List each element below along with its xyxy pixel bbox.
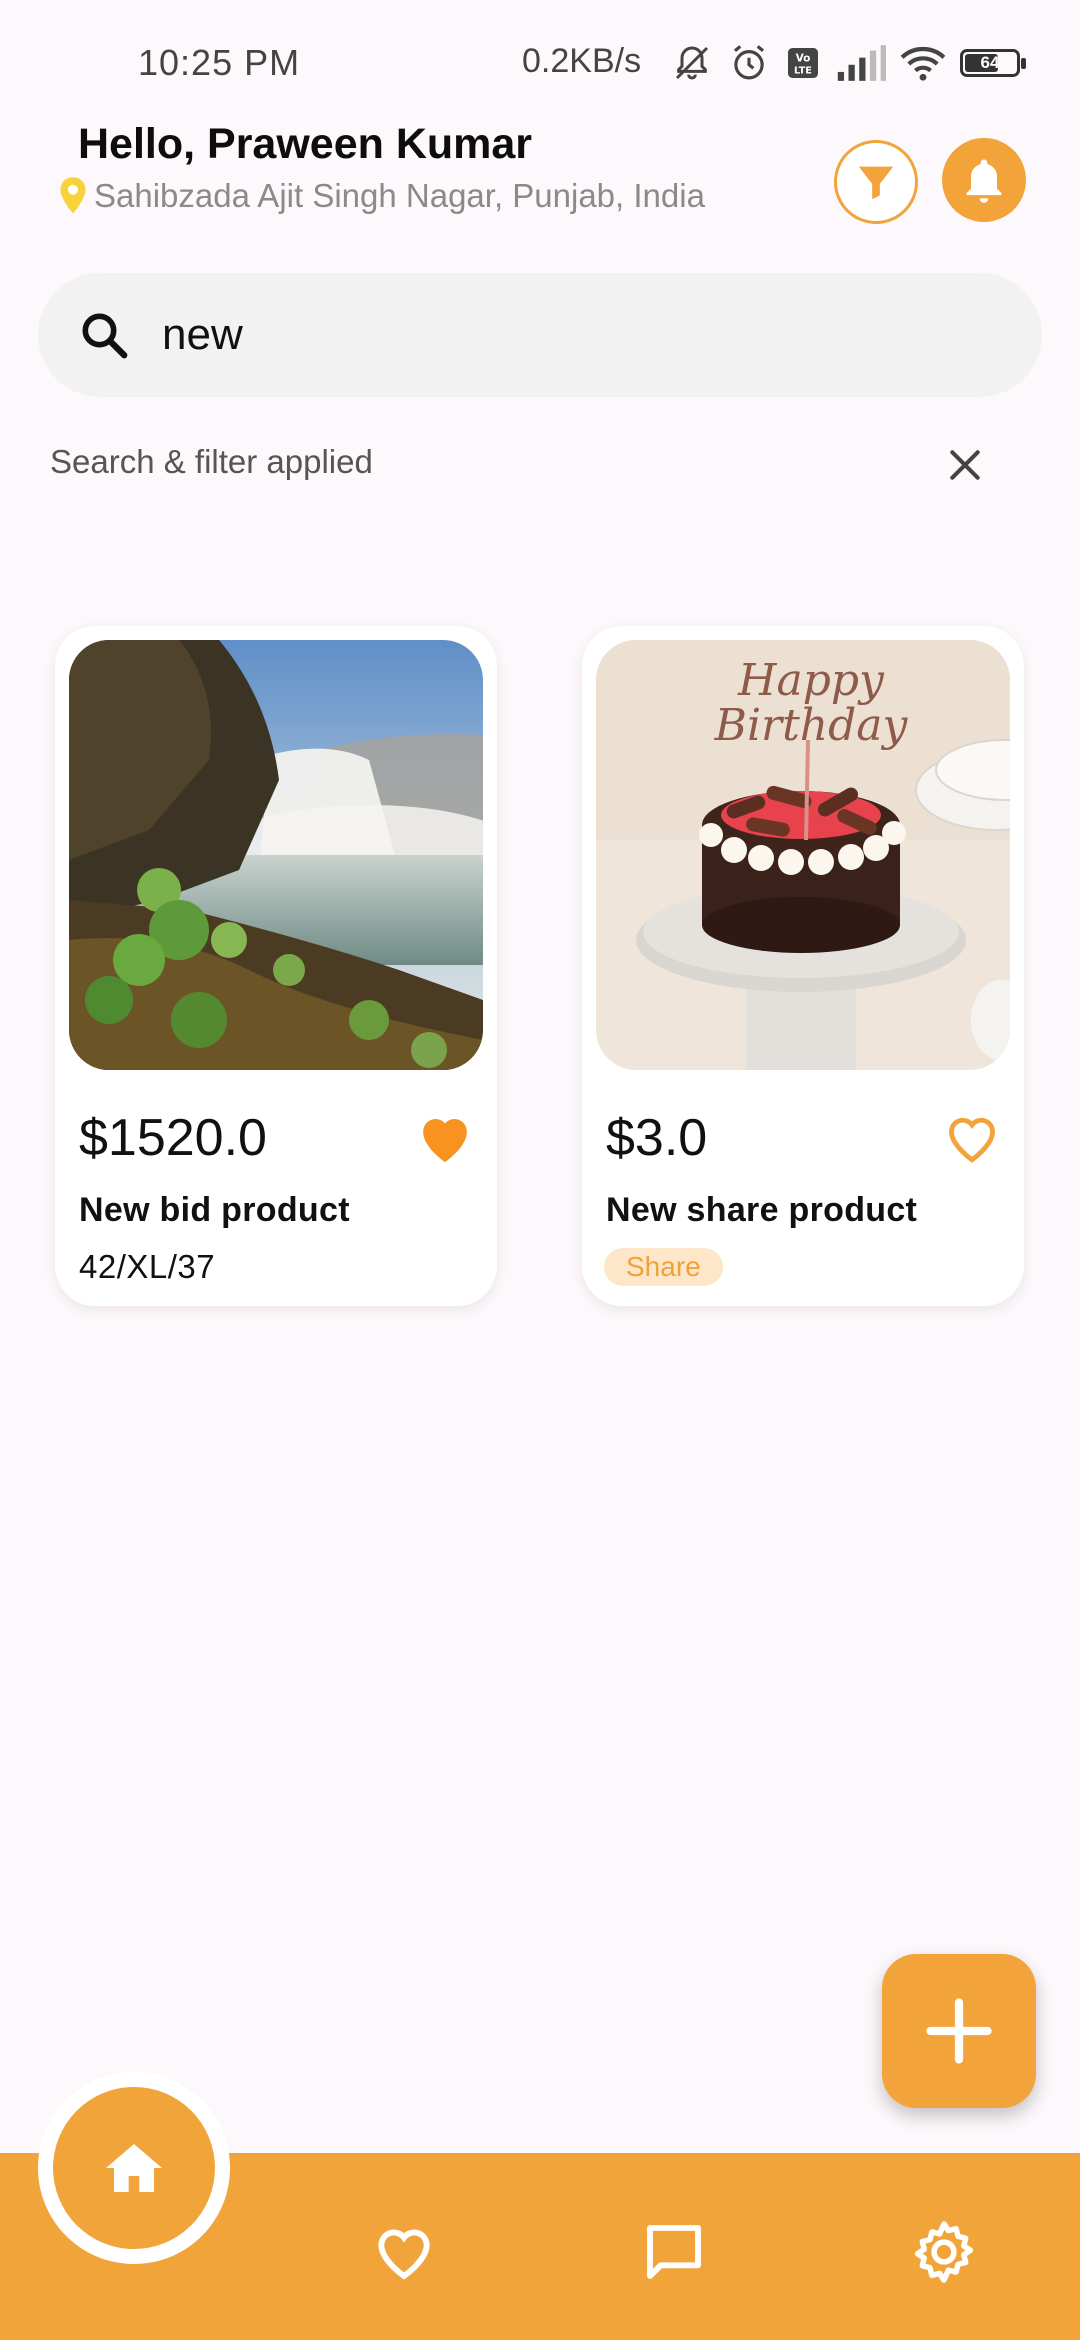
heart-outline-icon: [949, 1117, 995, 1163]
nav-home-ring: [38, 2072, 230, 2264]
heart-filled-icon: [423, 1119, 467, 1163]
share-tag: Share: [604, 1248, 723, 1286]
product-price: $1520.0: [79, 1109, 267, 1167]
heart-icon: [378, 2229, 430, 2280]
product-card[interactable]: Happy Birthday $3.0 New share product Sh…: [582, 626, 1024, 1306]
signal-icon: [837, 45, 886, 81]
product-name: New bid product: [79, 1191, 350, 1229]
location[interactable]: Sahibzada Ajit Singh Nagar, Punjab, Indi…: [58, 176, 705, 216]
status-icons: Vo LTE 64: [670, 38, 1026, 88]
product-image[interactable]: Happy Birthday: [596, 640, 1010, 1070]
search-icon[interactable]: [76, 307, 132, 363]
notification-button[interactable]: [942, 138, 1026, 222]
cake-topper-text: Happy: [737, 655, 885, 706]
product-card[interactable]: $1520.0 New bid product 42/XL/37: [55, 626, 497, 1306]
bell-icon: [966, 159, 1002, 203]
status-time: 10:25 PM: [138, 42, 301, 83]
wifi-icon: [900, 46, 946, 81]
filter-icon: [858, 166, 894, 200]
product-meta: 42/XL/37: [79, 1248, 216, 1285]
mute-icon: [675, 46, 709, 80]
location-text: Sahibzada Ajit Singh Nagar, Punjab, Indi…: [94, 177, 705, 214]
nav-home[interactable]: [53, 2087, 215, 2249]
location-pin-icon: [60, 177, 86, 214]
network-speed: 0.2KB/s: [522, 42, 642, 80]
filter-status-text: Search & filter applied: [50, 443, 373, 480]
favorite-button[interactable]: [942, 1110, 1002, 1166]
nav-chat[interactable]: [634, 2212, 714, 2292]
nav-favorites[interactable]: [364, 2212, 444, 2292]
search-input[interactable]: [162, 310, 962, 360]
clear-filter-button[interactable]: [940, 440, 990, 490]
home-icon: [106, 2144, 162, 2192]
greeting-title: Hello, Praween Kumar: [78, 120, 533, 168]
svg-text:Birthday: Birthday: [714, 700, 909, 751]
battery-level: 64: [980, 53, 1000, 72]
product-price: $3.0: [606, 1109, 708, 1167]
search-bar[interactable]: [38, 273, 1042, 397]
alarm-icon: [733, 45, 765, 80]
plus-icon: [926, 1998, 992, 2064]
product-image[interactable]: [69, 640, 483, 1070]
add-product-button[interactable]: [882, 1954, 1036, 2108]
close-icon: [950, 450, 980, 480]
svg-text:Vo: Vo: [796, 53, 811, 65]
chat-icon: [647, 2225, 701, 2279]
nav-settings[interactable]: [904, 2212, 984, 2292]
product-name: New share product: [606, 1191, 918, 1229]
volte-icon: Vo LTE: [788, 48, 818, 78]
svg-text:LTE: LTE: [794, 66, 812, 77]
battery-icon: 64: [960, 49, 1026, 77]
filter-button[interactable]: [834, 140, 918, 224]
settings-icon: [914, 2221, 974, 2283]
status-bar: 10:25 PM 0.2KB/s Vo LTE 64: [0, 0, 1080, 120]
favorite-button[interactable]: [415, 1110, 475, 1166]
